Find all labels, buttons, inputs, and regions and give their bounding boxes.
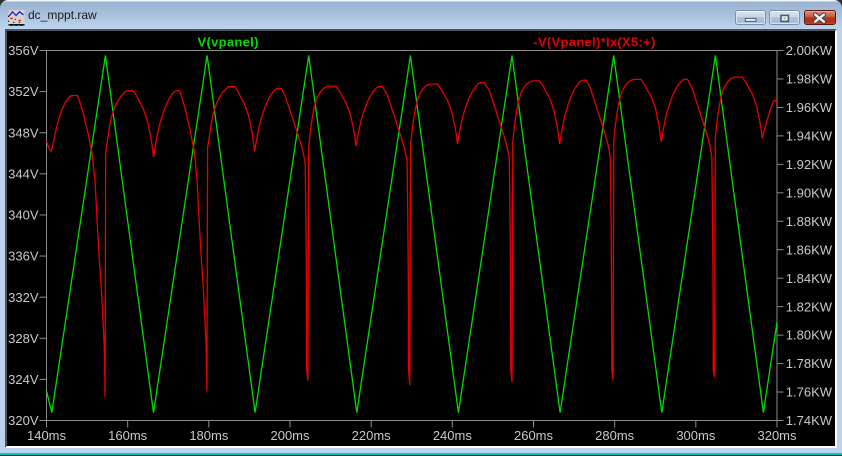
svg-text:1.92KW: 1.92KW: [786, 157, 833, 172]
svg-text:1.84KW: 1.84KW: [786, 271, 833, 286]
svg-text:220ms: 220ms: [352, 428, 392, 443]
svg-text:352V: 352V: [8, 84, 39, 99]
svg-text:1.82KW: 1.82KW: [786, 299, 833, 314]
svg-text:2.00KW: 2.00KW: [786, 43, 833, 58]
svg-text:260ms: 260ms: [514, 428, 554, 443]
svg-text:140ms: 140ms: [27, 428, 67, 443]
svg-text:1.74KW: 1.74KW: [786, 413, 833, 428]
svg-text:280ms: 280ms: [595, 428, 635, 443]
svg-text:320V: 320V: [8, 413, 39, 428]
svg-text:1.96KW: 1.96KW: [786, 100, 833, 115]
svg-text:240ms: 240ms: [433, 428, 473, 443]
svg-text:328V: 328V: [8, 331, 39, 346]
svg-text:320ms: 320ms: [757, 428, 797, 443]
svg-text:1.78KW: 1.78KW: [786, 356, 833, 371]
svg-text:200ms: 200ms: [270, 428, 310, 443]
svg-text:1.80KW: 1.80KW: [786, 328, 833, 343]
svg-text:332V: 332V: [8, 290, 39, 305]
svg-text:356V: 356V: [8, 43, 39, 58]
svg-text:1.86KW: 1.86KW: [786, 242, 833, 257]
svg-text:1.88KW: 1.88KW: [786, 214, 833, 229]
svg-text:300ms: 300ms: [676, 428, 716, 443]
svg-text:1.98KW: 1.98KW: [786, 72, 833, 87]
svg-text:1.94KW: 1.94KW: [786, 128, 833, 143]
svg-text:348V: 348V: [8, 125, 39, 140]
svg-text:340V: 340V: [8, 208, 39, 223]
svg-text:1.90KW: 1.90KW: [786, 185, 833, 200]
svg-text:1.76KW: 1.76KW: [786, 385, 833, 400]
svg-text:V(vpanel): V(vpanel): [198, 34, 259, 49]
svg-text:180ms: 180ms: [189, 428, 229, 443]
svg-text:-V(Vpanel)*Ix(X5:+): -V(Vpanel)*Ix(X5:+): [533, 34, 655, 49]
svg-text:344V: 344V: [8, 166, 39, 181]
svg-text:324V: 324V: [8, 372, 39, 387]
svg-text:160ms: 160ms: [108, 428, 148, 443]
svg-text:336V: 336V: [8, 249, 39, 264]
